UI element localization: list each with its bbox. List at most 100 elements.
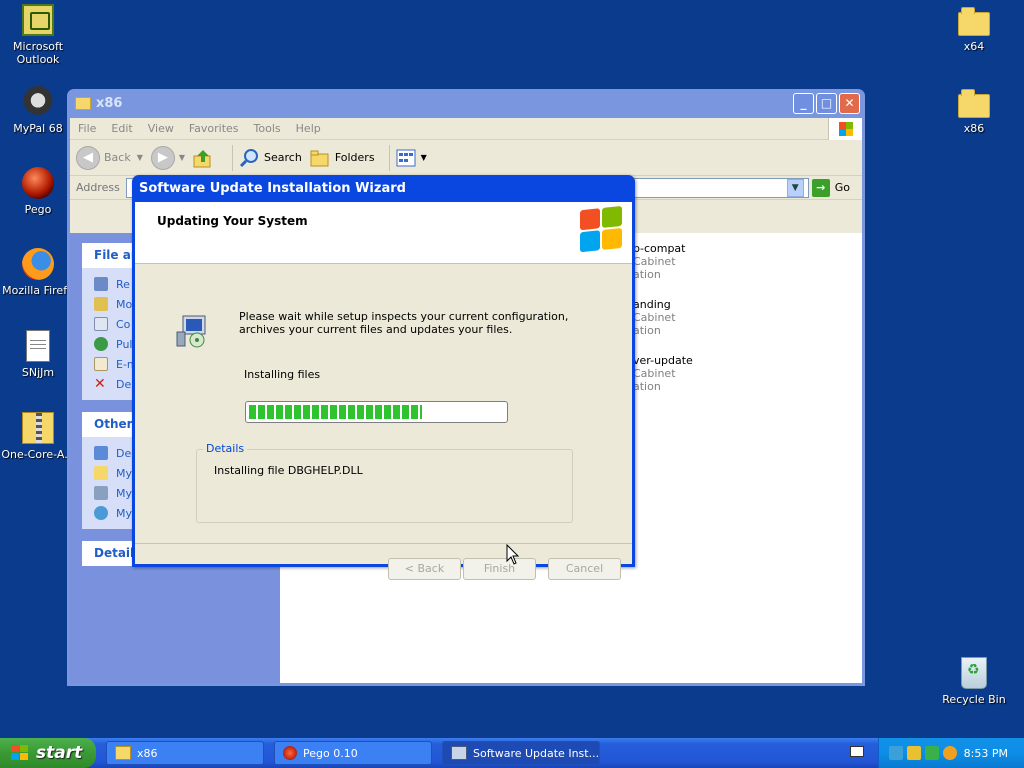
- start-button[interactable]: start: [0, 738, 96, 768]
- pego-icon: [283, 746, 297, 760]
- back-button[interactable]: ◀ Back ▼: [76, 145, 143, 170]
- folder-icon: [75, 97, 91, 110]
- envelope-icon: [94, 357, 108, 371]
- install-progress-bar: [245, 401, 508, 423]
- forward-button[interactable]: ▶ ▼: [150, 145, 185, 170]
- copy-icon: [94, 317, 108, 331]
- back-arrow-icon: ◀: [76, 145, 100, 170]
- keyboard-icon[interactable]: [850, 746, 864, 757]
- mypal-icon: [22, 86, 54, 118]
- menu-tools[interactable]: Tools: [246, 122, 288, 135]
- desktop-icon-x64[interactable]: x64: [936, 4, 1012, 53]
- chevron-down-icon: ▼: [420, 153, 427, 162]
- desktop-icon-pego[interactable]: Pego: [0, 167, 76, 216]
- menu-view[interactable]: View: [140, 122, 181, 135]
- pego-icon: [22, 167, 54, 199]
- delete-x-icon: ✕: [94, 376, 106, 392]
- views-icon: [396, 149, 416, 166]
- address-label: Address: [76, 181, 120, 194]
- go-button[interactable]: → Go: [808, 178, 862, 197]
- wizard-header: Updating Your System: [135, 202, 632, 264]
- desktop-icon-snjjm[interactable]: SNjJm: [0, 330, 76, 379]
- wizard-message: Please wait while setup inspects your cu…: [239, 310, 569, 336]
- windows-logo-icon: [828, 117, 862, 140]
- menu-bar: File Edit View Favorites Tools Help: [70, 117, 862, 140]
- computer-icon: [94, 486, 108, 500]
- menu-favorites[interactable]: Favorites: [181, 122, 246, 135]
- wizard-status: Installing files: [244, 368, 321, 381]
- details-text: Installing file DBGHELP.DLL: [214, 464, 363, 477]
- search-button[interactable]: Search: [239, 148, 302, 168]
- explorer-title: x86: [96, 96, 123, 111]
- outlook-icon: [22, 4, 54, 36]
- details-group: Details Installing file DBGHELP.DLL: [196, 442, 573, 523]
- network-tray-icon[interactable]: [889, 746, 903, 760]
- forward-arrow-icon: ▶: [150, 145, 175, 170]
- file-item[interactable]: anding Cabinet ation: [633, 298, 676, 337]
- up-folder-icon: [193, 149, 211, 167]
- desktop-icon-x86[interactable]: x86: [936, 86, 1012, 135]
- taskbar: start x86 Pego 0.10 Software Update Inst…: [0, 738, 1024, 768]
- toolbar-separator: [388, 144, 390, 171]
- wizard-separator: [135, 543, 632, 544]
- clock: 8:53 PM: [963, 746, 1008, 760]
- explorer-titlebar[interactable]: x86 _ □ ✕: [70, 89, 862, 118]
- explorer-toolbar: ◀ Back ▼ ▶ ▼ Search Folders ▼: [70, 140, 862, 176]
- desktop-icon-firefox[interactable]: Mozilla Firefo: [0, 248, 76, 297]
- network-icon: [94, 506, 108, 520]
- firefox-icon: [22, 248, 54, 280]
- go-arrow-icon: →: [811, 178, 830, 197]
- up-folder-button[interactable]: [193, 148, 218, 168]
- update-tray-icon[interactable]: [925, 746, 939, 760]
- search-tray-icon[interactable]: [943, 746, 957, 760]
- maximize-button[interactable]: □: [816, 93, 837, 114]
- toolbar-separator: [232, 144, 234, 171]
- menu-edit[interactable]: Edit: [103, 122, 139, 135]
- move-icon: [94, 297, 108, 311]
- windows-flag-icon: [11, 745, 28, 760]
- system-tray: 8:53 PM: [878, 738, 1024, 768]
- wizard-title: Software Update Installation Wizard: [139, 181, 406, 196]
- menu-file[interactable]: File: [70, 122, 103, 135]
- views-button[interactable]: ▼: [396, 148, 427, 168]
- progress-fill: [249, 405, 423, 419]
- folder-icon: [115, 746, 131, 760]
- folder-icon: [94, 466, 108, 480]
- back-button[interactable]: < Back: [388, 558, 461, 580]
- close-button[interactable]: ✕: [839, 93, 860, 114]
- desktop-icon: [94, 446, 108, 460]
- mouse-pointer-icon: [506, 544, 520, 565]
- wizard-heading: Updating Your System: [157, 214, 308, 228]
- chevron-down-icon: ▼: [136, 153, 143, 162]
- rename-icon: [94, 277, 108, 291]
- notepad-file-icon: [26, 330, 50, 362]
- search-icon: [239, 148, 259, 167]
- finish-button[interactable]: Finish: [463, 558, 536, 580]
- recycle-bin-icon: [961, 657, 987, 689]
- taskbar-button-pego[interactable]: Pego 0.10: [274, 741, 432, 765]
- folder-icon: [958, 7, 990, 36]
- folders-icon: [310, 150, 329, 166]
- desktop-icon-mypal[interactable]: MyPal 68: [0, 86, 76, 135]
- file-item[interactable]: p-compat Cabinet ation: [633, 242, 685, 281]
- desktop-icon-outlook[interactable]: Microsoft Outlook: [0, 4, 76, 66]
- windows-flag-icon: [580, 205, 624, 255]
- security-shield-icon[interactable]: [907, 746, 921, 760]
- setup-computer-icon: [176, 315, 206, 348]
- address-dropdown-button[interactable]: ▼: [786, 178, 804, 197]
- taskbar-button-x86[interactable]: x86: [106, 741, 264, 765]
- zip-folder-icon: [22, 412, 54, 444]
- desktop-icon-recycle-bin[interactable]: Recycle Bin: [936, 657, 1012, 706]
- folders-button[interactable]: Folders: [310, 148, 375, 168]
- menu-help[interactable]: Help: [288, 122, 328, 135]
- minimize-button[interactable]: _: [793, 93, 814, 114]
- desktop-icon-one-core[interactable]: One-Core-A...: [0, 412, 76, 461]
- folder-icon: [958, 89, 990, 118]
- globe-icon: [94, 337, 108, 351]
- update-wizard-dialog[interactable]: Software Update Installation Wizard Upda…: [132, 175, 635, 580]
- taskbar-button-software-update[interactable]: Software Update Inst...: [442, 741, 600, 765]
- file-item[interactable]: ver-update Cabinet ation: [633, 354, 693, 393]
- wizard-titlebar[interactable]: Software Update Installation Wizard: [135, 175, 632, 202]
- desktop: Microsoft Outlook MyPal 68 Pego Mozilla …: [0, 0, 1024, 738]
- cancel-button[interactable]: Cancel: [548, 558, 621, 580]
